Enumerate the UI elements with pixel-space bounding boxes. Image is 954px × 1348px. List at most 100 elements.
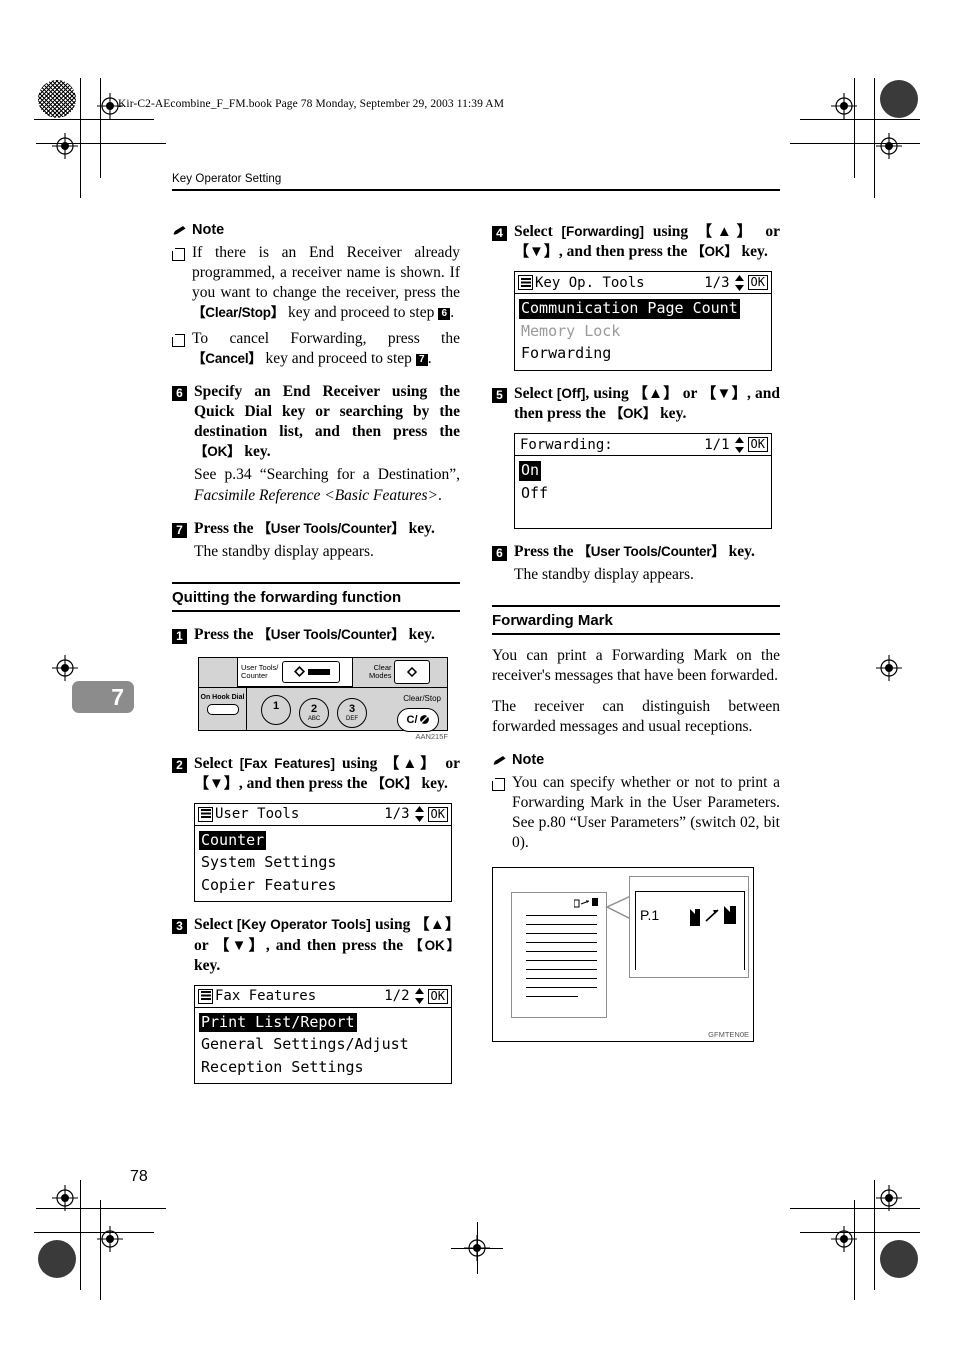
lcd-body: Counter System Settings Copier Features — [195, 826, 451, 902]
forwarding-mark-icons — [690, 906, 736, 927]
menu-item-ref: [Off] — [556, 385, 586, 401]
menu-list-icon — [518, 275, 533, 291]
step-ref: 7 — [415, 353, 428, 366]
lcd-row[interactable]: Counter — [199, 830, 267, 851]
step-number: 7 — [172, 522, 187, 538]
lcd-body: Print List/Report General Settings/Adjus… — [195, 1008, 451, 1084]
control-panel-illustration: User Tools/ Counter Clear Modes On Hook … — [198, 656, 448, 732]
ok-key-ref: 【OK】 — [194, 444, 241, 460]
lcd-row[interactable]: Print List/Report — [199, 1012, 357, 1033]
step-number: 6 — [172, 385, 187, 401]
up-down-arrows-icon — [414, 806, 425, 823]
lcd-page-indicator: 1/1 — [704, 436, 730, 453]
step-text: Press the 【User Tools/Counter】 key. — [194, 625, 435, 643]
figure-text-line — [526, 942, 597, 944]
crop-rule — [874, 78, 875, 198]
user-tools-counter-key-ref: 【User Tools/Counter】 — [577, 544, 725, 560]
up-down-arrows-icon — [414, 988, 425, 1005]
diamond-icon — [406, 666, 417, 677]
note-item: You can specify whether or not to print … — [491, 773, 780, 854]
step-6: 6 Specify an End Receiver using the Quic… — [172, 382, 460, 463]
note-item: If there is an End Receiver already prog… — [171, 243, 460, 324]
figure-callout: P.1 — [629, 876, 749, 979]
lcd-header: User Tools 1/3 OK — [195, 804, 451, 826]
forwarding-mark-figure: P.1 GFMTEN0E — [492, 867, 754, 1043]
registration-blob-bottom-left — [38, 1240, 76, 1278]
lcd-ok-button[interactable]: OK — [747, 437, 768, 453]
body-paragraph: You can print a Forwarding Mark on the r… — [492, 646, 780, 685]
lcd-row[interactable]: Off — [519, 484, 550, 504]
body-paragraph: The receiver can distinguish between for… — [492, 698, 780, 736]
note-text: If there is an End Receiver already prog… — [192, 244, 460, 322]
lcd-ok-button[interactable]: OK — [747, 275, 768, 291]
lcd-row[interactable]: Copier Features — [199, 876, 338, 896]
numeric-key-3: 3 DEF — [337, 697, 367, 728]
clear-stop-label: Clear/Stop — [403, 693, 441, 703]
section-heading: Forwarding Mark — [492, 612, 613, 630]
panel-top-row: User Tools/ Counter Clear Modes — [199, 656, 447, 688]
right-column: 4 Select [Forwarding] using 【▲】 or 【▼】, … — [491, 222, 780, 1043]
ok-key-ref: 【OK】 — [691, 244, 738, 260]
lcd-page-indicator: 1/3 — [704, 274, 730, 291]
step-text: Select [Off], using 【▲】 or 【▼】, and then… — [514, 384, 780, 422]
clear-modes-key — [393, 659, 430, 684]
section-quitting-forwarding: Quitting the forwarding function — [172, 581, 460, 612]
figure-text-line — [526, 924, 597, 926]
crop-rule — [34, 1232, 154, 1233]
lcd-ok-button[interactable]: OK — [427, 806, 448, 822]
running-head-text: Key Operator Setting — [172, 173, 282, 185]
stop-icon — [419, 715, 429, 725]
lcd-row[interactable]: On — [519, 461, 542, 481]
ok-key-ref: 【OK】 — [609, 405, 657, 421]
up-arrow-key-ref: 【▲】 — [632, 384, 679, 402]
crosshair-mark — [52, 133, 78, 159]
up-arrow-key-ref: 【▲】 — [696, 223, 757, 240]
ok-key-ref: 【OK】 — [371, 775, 418, 791]
figure-text-line — [526, 933, 597, 935]
numeric-key-2: 2 ABC — [299, 697, 329, 728]
step-text: Press the 【User Tools/Counter】 key. — [194, 519, 435, 537]
crosshair-mark — [876, 655, 902, 681]
up-arrow-key-ref: 【▲】 — [414, 916, 460, 934]
pencil-icon — [492, 755, 507, 767]
step-text: Specify an End Receiver using the Quick … — [194, 382, 460, 461]
running-head: Key Operator Setting — [172, 173, 780, 191]
on-hook-dial-label: On Hook Dial — [200, 693, 245, 701]
lcd-row[interactable]: General Settings/Adjust — [199, 1035, 411, 1055]
down-arrow-key-ref: 【▼】 — [701, 384, 747, 402]
quit-step-1: 1 Press the 【User Tools/Counter】 key. — [172, 625, 460, 645]
clear-modes-label: Clear Modes — [369, 662, 392, 680]
note-text: To cancel Forwarding, press the 【Cancel】… — [192, 329, 460, 367]
step-text: Select [Forwarding] using 【▲】 or 【▼】, an… — [514, 223, 780, 261]
user-tools-counter-key-ref: 【User Tools/Counter】 — [257, 520, 405, 536]
lcd-screen-key-op-tools: Key Op. Tools 1/3 OK Communication Page … — [514, 271, 772, 371]
lcd-header: Key Op. Tools 1/3 OK — [515, 272, 771, 295]
crosshair-mark — [97, 1226, 123, 1252]
lcd-row[interactable]: Forwarding — [519, 344, 613, 364]
lcd-row[interactable]: Communication Page Count — [519, 299, 740, 319]
lcd-row[interactable]: Reception Settings — [199, 1058, 366, 1078]
crosshair-mark — [831, 1226, 857, 1252]
section-heading: Quitting the forwarding function — [172, 588, 402, 606]
lcd-page-indicator: 1/2 — [384, 988, 410, 1005]
down-arrow-key-ref: 【▼】 — [194, 774, 239, 792]
menu-item-ref: [Forwarding] — [561, 224, 645, 239]
reference-title: Facsimile Reference <Basic Features> — [194, 486, 439, 504]
lcd-header: Fax Features 1/2 OK — [195, 986, 451, 1008]
lcd-screen-forwarding: Forwarding: 1/1 OK On Off — [514, 433, 772, 530]
clear-stop-key-ref: 【Clear/Stop】 — [192, 305, 285, 321]
ok-key-ref: 【OK】 — [409, 937, 460, 953]
note-heading: Note — [172, 222, 460, 238]
lcd-row[interactable]: System Settings — [199, 853, 338, 873]
step-5: 5 Select [Off], using 【▲】 or 【▼】, and th… — [492, 384, 780, 424]
registration-blob-top-left — [38, 80, 76, 118]
crop-rule — [800, 1232, 920, 1233]
lcd-ok-button[interactable]: OK — [427, 988, 448, 1004]
step-6-right: 6 Press the 【User Tools/Counter】 key. — [492, 542, 780, 562]
lcd-title: User Tools — [215, 806, 300, 823]
figure-text-line — [526, 915, 597, 917]
figure-text-line — [526, 996, 578, 998]
on-hook-dial-group: On Hook Dial — [199, 687, 247, 731]
crosshair-mark — [876, 1185, 902, 1211]
note-text: You can specify whether or not to print … — [512, 773, 780, 851]
